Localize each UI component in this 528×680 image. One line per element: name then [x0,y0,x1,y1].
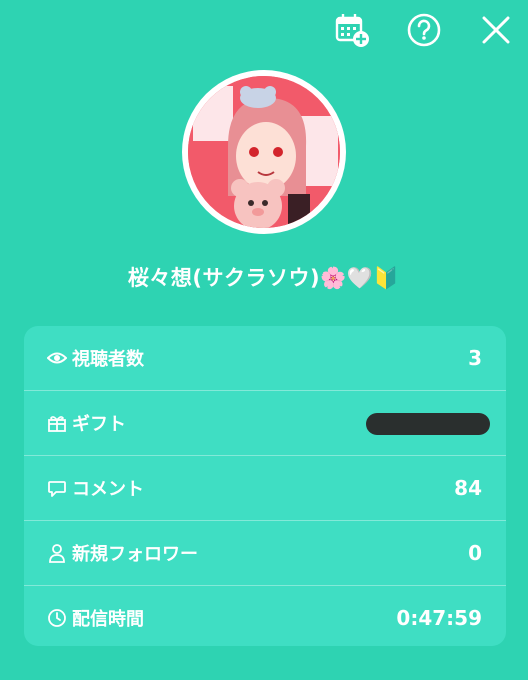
calendar-add-icon [335,14,369,47]
stat-value: 3 [468,346,482,370]
stat-label: コメント [72,479,144,500]
stat-row-stream-time: 配信時間 0:47:59 [24,586,506,646]
avatar [182,70,346,234]
stat-label: 視聴者数 [72,349,144,370]
stat-label: 新規フォロワー [72,544,198,565]
help-button[interactable] [404,10,444,50]
eye-icon [46,347,68,369]
stat-label: 配信時間 [72,609,144,630]
stat-value: 84 [454,476,482,500]
close-button[interactable] [476,10,516,50]
help-circle-icon [407,13,441,47]
stat-value: 0 [468,541,482,565]
calendar-add-button[interactable] [332,10,372,50]
redacted-value-bar [366,413,490,435]
avatar-illustration [188,76,340,228]
username: 桜々想(サクラソウ)🌸🤍🔰 [127,266,401,290]
stat-value: 0:47:59 [396,606,482,630]
close-icon [482,16,510,44]
avatar-image [188,76,340,228]
gift-icon [46,412,68,434]
stat-label: ギフト [72,414,126,435]
comment-icon [46,477,68,499]
person-icon [46,542,68,564]
stats-card: 視聴者数 3 ギフト コメント 84 新規フォロワー 0 配信時間 0:47:5… [24,326,506,646]
stat-row-new-followers: 新規フォロワー 0 [24,521,506,586]
clock-icon [46,607,68,629]
top-toolbar [0,0,528,58]
stat-row-comments: コメント 84 [24,456,506,521]
stat-row-viewers: 視聴者数 3 [24,326,506,391]
stat-row-gift: ギフト [24,391,506,456]
